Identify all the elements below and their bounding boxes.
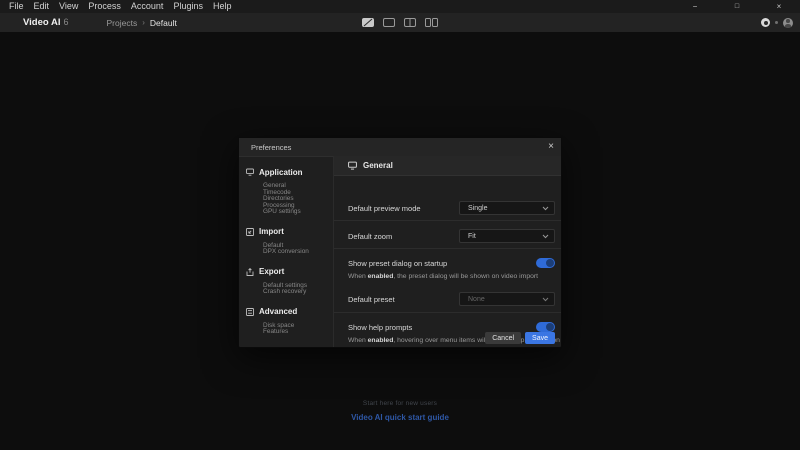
menu-bar: File Edit View Process Account Plugins H… bbox=[0, 0, 800, 13]
breadcrumb-projects[interactable]: Projects bbox=[107, 18, 138, 28]
menu-plugins[interactable]: Plugins bbox=[168, 0, 208, 13]
dialog-title: Preferences bbox=[251, 143, 291, 152]
sidebar-item-advanced[interactable]: Advanced bbox=[246, 303, 333, 321]
default-preview-mode-dropdown[interactable]: Single bbox=[459, 201, 555, 215]
show-preset-dialog-label: Show preset dialog on startup bbox=[348, 259, 447, 268]
dialog-titlebar: Preferences × bbox=[239, 138, 561, 157]
cancel-button[interactable]: Cancel bbox=[485, 332, 521, 344]
dialog-actions: Cancel Save bbox=[485, 332, 555, 344]
show-help-prompts-toggle[interactable] bbox=[536, 322, 555, 332]
row-separator bbox=[334, 312, 561, 313]
import-icon bbox=[246, 223, 254, 241]
sidebar-group-import: Import Default DPX conversion bbox=[246, 223, 333, 256]
default-preset-dropdown[interactable]: None bbox=[459, 292, 555, 306]
account-avatar[interactable] bbox=[783, 18, 793, 28]
chevron-right-icon: › bbox=[142, 18, 145, 27]
app-toolbar: Video AI6 Projects › Default bbox=[0, 13, 800, 32]
status-dot-icon bbox=[775, 21, 778, 24]
show-preset-dialog-toggle[interactable] bbox=[536, 258, 555, 268]
sidebar-item-crash-recovery[interactable]: Crash recovery bbox=[263, 289, 333, 296]
app-title: Video AI6 bbox=[23, 17, 69, 28]
app-version: 6 bbox=[63, 17, 68, 27]
menu-process[interactable]: Process bbox=[83, 0, 126, 13]
preferences-dialog: Preferences × Application General Timeco… bbox=[238, 137, 562, 348]
close-window-icon[interactable]: × bbox=[758, 0, 800, 13]
processing-queue-icon[interactable] bbox=[761, 18, 770, 27]
menu-account[interactable]: Account bbox=[126, 0, 169, 13]
sidebar-item-application[interactable]: Application bbox=[246, 163, 333, 181]
chevron-down-icon bbox=[542, 234, 549, 239]
sidebar-item-import[interactable]: Import bbox=[246, 223, 333, 241]
default-preset-label: Default preset bbox=[348, 295, 395, 304]
toolbar-right bbox=[761, 13, 793, 32]
sidebar-group-advanced: Advanced Disk space Features bbox=[246, 303, 333, 336]
chevron-down-icon bbox=[542, 206, 549, 211]
preferences-sidebar: Application General Timecode Directories… bbox=[239, 156, 333, 347]
single-view-icon[interactable] bbox=[362, 18, 374, 27]
toggle-knob bbox=[546, 259, 554, 267]
default-preview-mode-label: Default preview mode bbox=[348, 204, 421, 213]
full-view-icon[interactable] bbox=[383, 18, 395, 27]
export-icon bbox=[246, 263, 254, 281]
show-help-prompts-label: Show help prompts bbox=[348, 323, 412, 332]
sidebar-item-dpx-conversion[interactable]: DPX conversion bbox=[263, 249, 333, 256]
save-button[interactable]: Save bbox=[525, 332, 555, 344]
general-section-icon bbox=[348, 157, 357, 175]
menu-help[interactable]: Help bbox=[208, 0, 237, 13]
default-zoom-label: Default zoom bbox=[348, 232, 392, 241]
panel-header: General bbox=[334, 156, 561, 176]
chevron-down-icon bbox=[542, 297, 549, 302]
quick-start-guide-link[interactable]: Video AI quick start guide bbox=[0, 413, 800, 422]
maximize-icon[interactable]: □ bbox=[716, 0, 758, 13]
new-user-hint: Start here for new users bbox=[0, 400, 800, 407]
sidebar-group-export: Export Default settings Crash recovery bbox=[246, 263, 333, 296]
breadcrumb-current[interactable]: Default bbox=[150, 18, 177, 28]
sidebar-group-application: Application General Timecode Directories… bbox=[246, 163, 333, 216]
app-window: File Edit View Process Account Plugins H… bbox=[0, 0, 800, 450]
application-icon bbox=[246, 163, 254, 181]
side-by-side-view-icon[interactable] bbox=[425, 18, 438, 27]
row-separator bbox=[334, 248, 561, 249]
menu-edit[interactable]: Edit bbox=[29, 0, 55, 13]
toggle-knob bbox=[546, 323, 554, 331]
row-separator bbox=[334, 220, 561, 221]
preview-mode-toolbar bbox=[362, 13, 438, 32]
minimize-icon[interactable]: − bbox=[674, 0, 716, 13]
menu-view[interactable]: View bbox=[54, 0, 83, 13]
sidebar-item-export[interactable]: Export bbox=[246, 263, 333, 281]
show-preset-dialog-description: When enabled, the preset dialog will be … bbox=[348, 273, 538, 280]
close-dialog-icon[interactable]: × bbox=[548, 141, 554, 153]
window-controls: − □ × bbox=[674, 0, 800, 13]
split-view-icon[interactable] bbox=[404, 18, 416, 27]
panel-header-title: General bbox=[363, 161, 393, 170]
preferences-panel: General Default preview mode Single Defa… bbox=[333, 156, 561, 347]
advanced-icon bbox=[246, 303, 254, 321]
sidebar-item-gpu-settings[interactable]: GPU settings bbox=[263, 209, 333, 216]
default-zoom-dropdown[interactable]: Fit bbox=[459, 229, 555, 243]
menu-file[interactable]: File bbox=[4, 0, 29, 13]
sidebar-item-features[interactable]: Features bbox=[263, 329, 333, 336]
breadcrumb: Projects › Default bbox=[107, 18, 177, 28]
